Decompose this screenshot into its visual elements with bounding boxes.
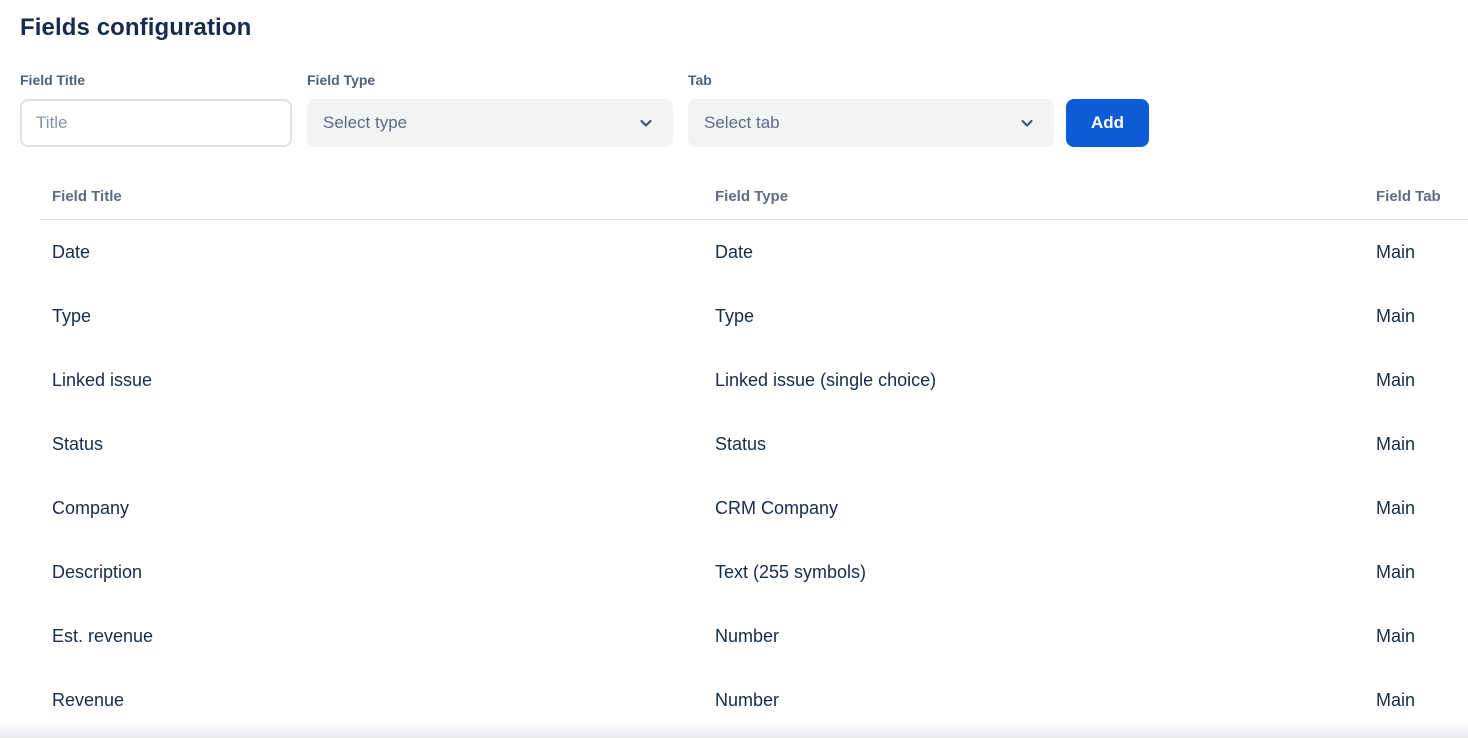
cell-field-type: Type [715,305,755,326]
table-header-field-title: Field Title [52,187,122,205]
cell-field-tab: Main [1376,625,1416,646]
cell-field-type: Text (255 symbols) [715,561,867,582]
chevron-down-icon [1021,119,1033,127]
cell-field-type: Number [715,689,780,710]
table-body: Date Date Main Type Type Main Linked iss… [40,220,1468,732]
cell-field-type: Number [715,625,780,646]
table-row[interactable]: Description Text (255 symbols) Main [40,540,1468,604]
cell-field-type: CRM Company [715,497,839,518]
table-header-field-tab: Field Tab [1376,187,1441,205]
table-row[interactable]: Company CRM Company Main [40,476,1468,540]
field-title-input[interactable] [20,99,292,147]
add-button[interactable]: Add [1066,99,1149,147]
cell-field-tab: Main [1376,561,1416,582]
cell-field-title: Description [52,561,143,582]
cell-field-title: Company [52,497,130,518]
cell-field-title: Type [52,305,92,326]
cell-field-title: Revenue [52,689,125,710]
table-row[interactable]: Revenue Number Main [40,668,1468,732]
cell-field-type: Status [715,433,767,454]
page-title: Fields configuration [20,14,252,41]
table-header-field-type: Field Type [715,187,789,205]
cell-field-type: Date [715,241,754,262]
table-row[interactable]: Type Type Main [40,284,1468,348]
field-type-select-value: Select type [323,113,408,132]
field-type-label: Field Type [307,72,376,88]
add-field-form: Field Title Field Type Select type Tab S… [20,72,1468,147]
tab-select[interactable]: Select tab [688,99,1054,147]
cell-field-tab: Main [1376,497,1416,518]
field-title-group: Field Title [20,72,292,147]
field-type-select[interactable]: Select type [307,99,673,147]
cell-field-title: Est. revenue [52,625,154,646]
tab-label: Tab [688,72,712,88]
table-header-row: Field Title Field Type Field Tab [40,173,1468,220]
cell-field-title: Status [52,433,104,454]
table-row[interactable]: Date Date Main [40,220,1468,284]
cell-field-title: Linked issue [52,369,153,390]
cell-field-tab: Main [1376,689,1416,710]
tab-group: Tab Select tab [688,72,1054,147]
cell-field-type: Linked issue (single choice) [715,369,937,390]
fields-configuration-page: Fields configuration Field Title Field T… [0,0,1468,732]
fields-table: Field Title Field Type Field Tab Date Da… [40,173,1468,732]
table-row[interactable]: Status Status Main [40,412,1468,476]
table-row[interactable]: Est. revenue Number Main [40,604,1468,668]
table-row[interactable]: Linked issue Linked issue (single choice… [40,348,1468,412]
cell-field-tab: Main [1376,305,1416,326]
chevron-down-icon [640,119,652,127]
cell-field-tab: Main [1376,241,1416,262]
cell-field-tab: Main [1376,369,1416,390]
cell-field-tab: Main [1376,433,1416,454]
tab-select-value: Select tab [704,113,780,132]
field-type-group: Field Type Select type [307,72,673,147]
field-title-label: Field Title [20,72,86,88]
cell-field-title: Date [52,241,91,262]
